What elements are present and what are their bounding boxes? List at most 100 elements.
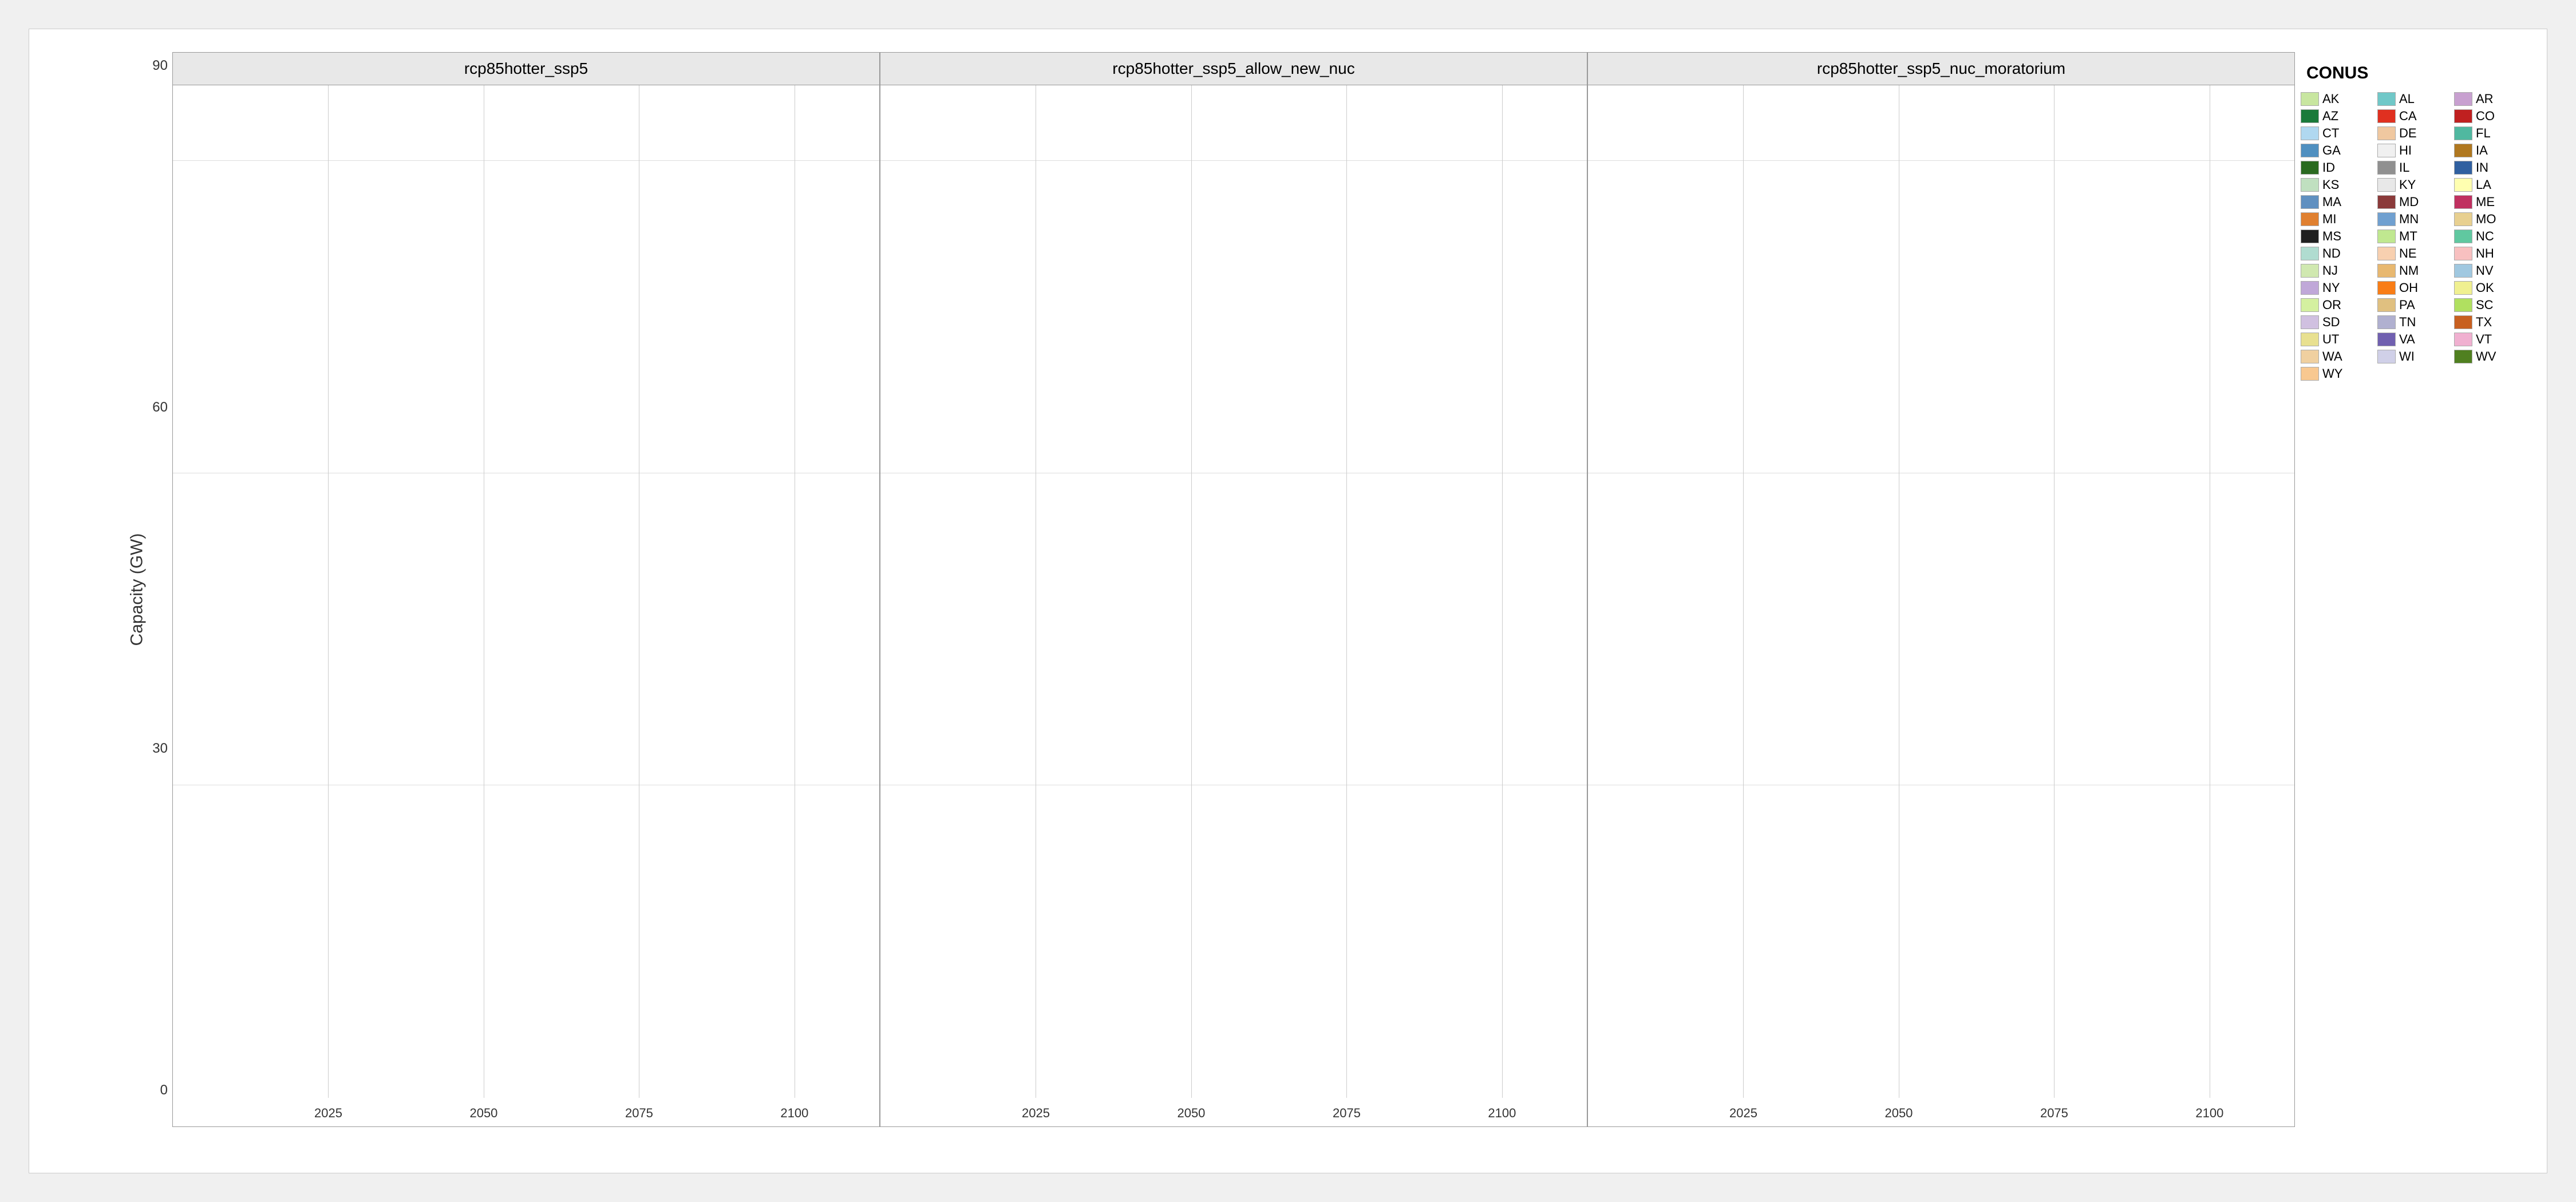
panel-1-content: 2025 2050 2075 2100 (173, 85, 879, 1126)
legend-item-MN: MN (2377, 212, 2453, 227)
legend-item-NH: NH (2454, 246, 2530, 261)
label-NV: NV (2476, 263, 2494, 278)
plots-area: rcp85hotter_ssp5 (172, 52, 2295, 1127)
swatch-NC (2454, 230, 2472, 243)
label-KS: KS (2322, 177, 2339, 192)
label-OR: OR (2322, 298, 2341, 313)
swatch-NJ (2301, 264, 2319, 278)
x-label-2100-p3: 2100 (2195, 1106, 2223, 1121)
swatch-OR (2301, 298, 2319, 312)
legend-item-CT: CT (2301, 126, 2376, 141)
swatch-OH (2377, 281, 2396, 295)
label-KY: KY (2399, 177, 2416, 192)
swatch-MT (2377, 230, 2396, 243)
swatch-AR (2454, 92, 2472, 106)
swatch-MS (2301, 230, 2319, 243)
label-MN: MN (2399, 212, 2419, 227)
legend-item-HI: HI (2377, 143, 2453, 158)
legend-item-WY: WY (2301, 366, 2376, 381)
vgrid-2025 (328, 85, 329, 1098)
swatch-FL (2454, 126, 2472, 140)
legend-grid: AK AL AR AZ CA CO CT DE FL GA HI IA ID I… (2301, 92, 2530, 381)
legend-item-MS: MS (2301, 229, 2376, 244)
swatch-WV (2454, 350, 2472, 363)
legend-item-SC: SC (2454, 298, 2530, 313)
label-SD: SD (2322, 315, 2340, 330)
vgrid-2075-p3 (2054, 85, 2055, 1098)
label-WY: WY (2322, 366, 2342, 381)
panel-3-content: 2025 2050 2075 2100 (1588, 85, 2294, 1126)
swatch-CT (2301, 126, 2319, 140)
y-tick-90: 90 (138, 58, 172, 74)
swatch-LA (2454, 178, 2472, 192)
legend-item-ID: ID (2301, 160, 2376, 175)
legend-item-UT: UT (2301, 332, 2376, 347)
legend-item-FL: FL (2454, 126, 2530, 141)
label-ME: ME (2476, 195, 2495, 209)
label-MT: MT (2399, 229, 2417, 244)
label-LA: LA (2476, 177, 2491, 192)
label-AL: AL (2399, 92, 2415, 106)
legend-item-IN: IN (2454, 160, 2530, 175)
label-OK: OK (2476, 280, 2494, 295)
label-NE: NE (2399, 246, 2417, 261)
label-PA: PA (2399, 298, 2415, 313)
swatch-TN (2377, 315, 2396, 329)
label-CA: CA (2399, 109, 2417, 124)
label-ID: ID (2322, 160, 2335, 175)
panel-1: rcp85hotter_ssp5 (172, 52, 880, 1127)
swatch-GA (2301, 144, 2319, 157)
swatch-MD (2377, 195, 2396, 209)
label-UT: UT (2322, 332, 2339, 347)
legend-item-OH: OH (2377, 280, 2453, 295)
legend-item-MA: MA (2301, 195, 2376, 209)
label-IL: IL (2399, 160, 2409, 175)
panel-2-title: rcp85hotter_ssp5_allow_new_nuc (880, 53, 1587, 85)
swatch-IN (2454, 161, 2472, 175)
label-VA: VA (2399, 332, 2415, 347)
x-label-2100-p1: 2100 (780, 1106, 808, 1121)
swatch-IL (2377, 161, 2396, 175)
legend-item-NJ: NJ (2301, 263, 2376, 278)
label-HI: HI (2399, 143, 2412, 158)
legend-item-WA: WA (2301, 349, 2376, 364)
x-label-2075-p3: 2075 (2040, 1106, 2068, 1121)
label-MD: MD (2399, 195, 2419, 209)
legend-item-LA: LA (2454, 177, 2530, 192)
vgrid-2025-p3 (1743, 85, 1744, 1098)
legend-title: CONUS (2301, 64, 2530, 83)
swatch-NY (2301, 281, 2319, 295)
swatch-TX (2454, 315, 2472, 329)
x-label-2025-p1: 2025 (314, 1106, 342, 1121)
swatch-MO (2454, 212, 2472, 226)
legend-item-VT: VT (2454, 332, 2530, 347)
label-MO: MO (2476, 212, 2496, 227)
x-axis-p3: 2025 2050 2075 2100 (1588, 1098, 2294, 1124)
y-tick-30: 30 (138, 741, 172, 757)
legend-item-SD: SD (2301, 315, 2376, 330)
label-FL: FL (2476, 126, 2491, 141)
legend-item-OK: OK (2454, 280, 2530, 295)
legend-item-CA: CA (2377, 109, 2453, 124)
label-DE: DE (2399, 126, 2417, 141)
label-NM: NM (2399, 263, 2419, 278)
swatch-MN (2377, 212, 2396, 226)
legend-item-NE: NE (2377, 246, 2453, 261)
label-SC: SC (2476, 298, 2494, 313)
legend-item-OR: OR (2301, 298, 2376, 313)
x-label-2050-p1: 2050 (469, 1106, 497, 1121)
swatch-NV (2454, 264, 2472, 278)
legend-item-TX: TX (2454, 315, 2530, 330)
x-label-2050-p2: 2050 (1177, 1106, 1205, 1121)
legend-item-NV: NV (2454, 263, 2530, 278)
swatch-AL (2377, 92, 2396, 106)
x-label-2050-p3: 2050 (1884, 1106, 1913, 1121)
legend-item-TN: TN (2377, 315, 2453, 330)
legend-item-KS: KS (2301, 177, 2376, 192)
swatch-WA (2301, 350, 2319, 363)
legend-item-MD: MD (2377, 195, 2453, 209)
swatch-AK (2301, 92, 2319, 106)
legend-item-AZ: AZ (2301, 109, 2376, 124)
x-label-2075-p1: 2075 (625, 1106, 653, 1121)
swatch-NH (2454, 247, 2472, 260)
